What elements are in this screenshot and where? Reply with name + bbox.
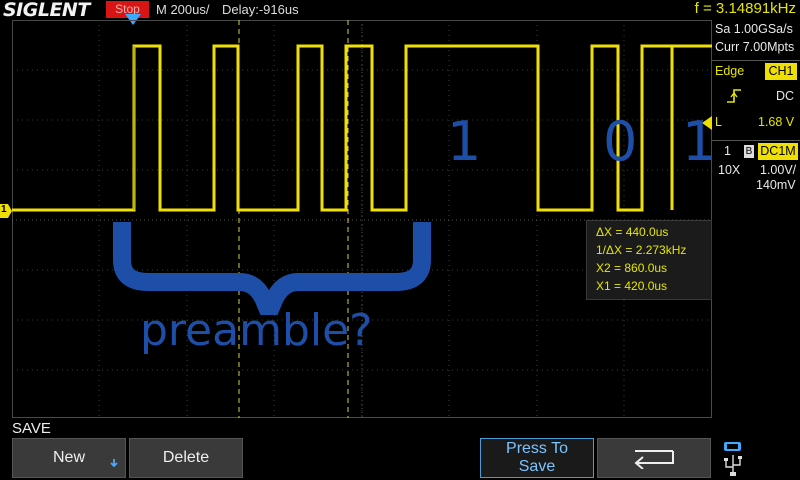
delay-readout[interactable]: Delay:-916us: [222, 2, 299, 17]
delete-button-label: Delete: [162, 449, 210, 466]
press-to-save-line1: Press To: [506, 440, 568, 457]
trigger-type: Edge: [715, 64, 745, 78]
new-button-label: New: [52, 449, 85, 466]
sample-rate: Sa 1.00GSa/s: [715, 22, 793, 36]
right-info-panel: Sa 1.00GSa/s Curr 7.00Mpts Edge CH1 DC L…: [712, 20, 800, 440]
chevron-down-icon: [110, 459, 118, 468]
preamble-brace-icon: [113, 222, 431, 315]
annotation-preamble: preamble?: [140, 305, 373, 356]
trigger-source-badge: CH1: [765, 63, 797, 80]
usb-icon: [724, 442, 742, 476]
brand-logo: SIGLENT: [3, 0, 90, 21]
usb-status-button[interactable]: [716, 438, 798, 478]
probe-attenuation: 10X: [718, 163, 741, 177]
menu-title: SAVE: [12, 420, 51, 437]
trigger-level-value: 1.68 V: [758, 115, 795, 129]
cursor-x1: X1 = 420.0us: [596, 279, 668, 293]
timebase-readout[interactable]: M 200us/: [156, 2, 209, 17]
press-to-save-line2: Save: [518, 458, 556, 475]
volts-per-div: 1.00V/: [760, 163, 797, 177]
new-button[interactable]: New: [12, 438, 126, 478]
return-arrow-icon: [634, 450, 674, 469]
rising-edge-icon: [727, 89, 741, 103]
delete-button[interactable]: Delete: [129, 438, 243, 478]
trigger-coupling: DC: [776, 89, 795, 103]
ch1-level-marker-label: 1: [1, 204, 7, 215]
press-to-save-button[interactable]: Press To Save: [480, 438, 594, 478]
trigger-level-label: L: [715, 115, 722, 129]
channel-coupling-badge: DC1M: [758, 143, 798, 160]
cursor-inverse-delta-x: 1/ΔX = 2.273kHz: [596, 243, 687, 257]
annotation-bit-0: 0: [603, 110, 638, 173]
bandwidth-limit-badge: B: [744, 145, 754, 158]
cursor-delta-x: ΔX = 440.0us: [596, 225, 669, 239]
annotation-bit-1-first: 1: [447, 110, 482, 173]
memory-depth: Curr 7.00Mpts: [715, 40, 795, 54]
return-button[interactable]: [597, 438, 711, 478]
cursor-readout-panel: ΔX = 440.0us 1/ΔX = 2.273kHz X2 = 860.0u…: [586, 220, 712, 300]
frequency-counter: f = 3.14891kHz: [694, 0, 796, 17]
channel-offset: 140mV: [756, 178, 796, 192]
cursor-x2: X2 = 860.0us: [596, 261, 668, 275]
channel-number: 1: [724, 144, 731, 158]
top-status-bar: SIGLENT Stop M 200us/ Delay:-916us f = 3…: [0, 0, 800, 25]
